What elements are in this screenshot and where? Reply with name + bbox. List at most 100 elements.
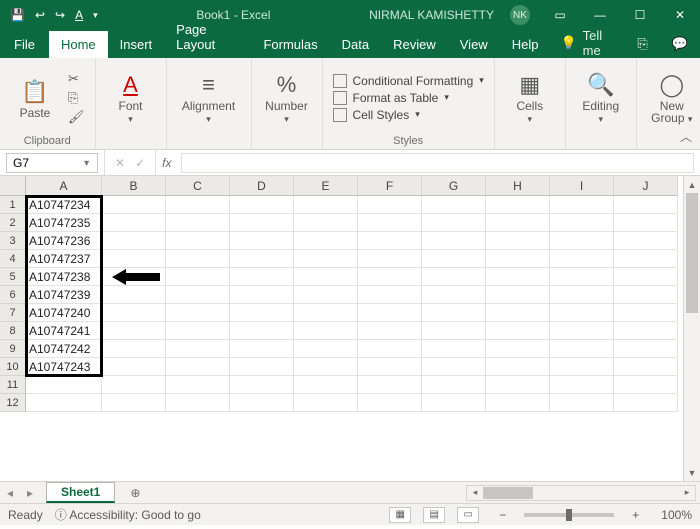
cell-G7[interactable]: [422, 304, 486, 322]
cell-C12[interactable]: [166, 394, 230, 412]
share-icon[interactable]: ⎘: [625, 30, 659, 58]
conditional-formatting-button[interactable]: Conditional Formatting ▾: [333, 74, 484, 88]
cell-I11[interactable]: [550, 376, 614, 394]
cell-C3[interactable]: [166, 232, 230, 250]
tab-help[interactable]: Help: [500, 31, 551, 58]
cell-D9[interactable]: [230, 340, 294, 358]
cell-J1[interactable]: [614, 196, 678, 214]
cell-H7[interactable]: [486, 304, 550, 322]
cell-J9[interactable]: [614, 340, 678, 358]
cell-B1[interactable]: [102, 196, 166, 214]
save-icon[interactable]: 💾: [10, 8, 25, 22]
cell-H3[interactable]: [486, 232, 550, 250]
minimize-icon[interactable]: —: [580, 0, 620, 30]
scroll-left-icon[interactable]: ◂: [467, 487, 483, 498]
cell-J2[interactable]: [614, 214, 678, 232]
cell-H2[interactable]: [486, 214, 550, 232]
zoom-out-icon[interactable]: −: [499, 508, 506, 522]
cell-G1[interactable]: [422, 196, 486, 214]
new-group-button[interactable]: ◯ NewGroup ▾: [647, 70, 697, 125]
cell-D8[interactable]: [230, 322, 294, 340]
cell-I2[interactable]: [550, 214, 614, 232]
tab-formulas[interactable]: Formulas: [251, 31, 329, 58]
cell-D2[interactable]: [230, 214, 294, 232]
cell-E2[interactable]: [294, 214, 358, 232]
sheet-tab-sheet1[interactable]: Sheet1: [46, 482, 115, 503]
tell-me[interactable]: 💡 Tell me: [550, 28, 625, 58]
cell-G12[interactable]: [422, 394, 486, 412]
cell-G6[interactable]: [422, 286, 486, 304]
col-header-J[interactable]: J: [614, 176, 678, 196]
tab-home[interactable]: Home: [49, 31, 108, 58]
cell-B7[interactable]: [102, 304, 166, 322]
cell-G8[interactable]: [422, 322, 486, 340]
tab-data[interactable]: Data: [330, 31, 381, 58]
cell-H12[interactable]: [486, 394, 550, 412]
cell-G4[interactable]: [422, 250, 486, 268]
cell-C2[interactable]: [166, 214, 230, 232]
cell-J11[interactable]: [614, 376, 678, 394]
editing-button[interactable]: 🔍 Editing▾: [576, 70, 626, 125]
cell-J8[interactable]: [614, 322, 678, 340]
cell-A8[interactable]: A10747241: [26, 322, 102, 340]
cell-G9[interactable]: [422, 340, 486, 358]
format-as-table-button[interactable]: Format as Table ▾: [333, 91, 449, 105]
cell-D10[interactable]: [230, 358, 294, 376]
view-normal-icon[interactable]: ▦: [389, 507, 411, 523]
cell-I6[interactable]: [550, 286, 614, 304]
collapse-ribbon-icon[interactable]: ︿: [680, 128, 692, 145]
cancel-formula-icon[interactable]: ✕: [115, 156, 125, 170]
cell-F1[interactable]: [358, 196, 422, 214]
cell-styles-button[interactable]: Cell Styles ▾: [333, 108, 420, 122]
row-header-6[interactable]: 6: [0, 286, 26, 304]
scroll-right-icon[interactable]: ▸: [679, 487, 695, 498]
row-header-5[interactable]: 5: [0, 268, 26, 286]
cell-B6[interactable]: [102, 286, 166, 304]
cell-I3[interactable]: [550, 232, 614, 250]
col-header-F[interactable]: F: [358, 176, 422, 196]
user-avatar[interactable]: NK: [510, 5, 530, 25]
cell-C6[interactable]: [166, 286, 230, 304]
cell-A2[interactable]: A10747235: [26, 214, 102, 232]
cell-F3[interactable]: [358, 232, 422, 250]
spreadsheet-grid[interactable]: ABCDEFGHIJ 123456789101112 A10747234A107…: [0, 176, 700, 481]
zoom-thumb[interactable]: [566, 509, 572, 521]
row-header-4[interactable]: 4: [0, 250, 26, 268]
cell-D4[interactable]: [230, 250, 294, 268]
cell-E8[interactable]: [294, 322, 358, 340]
cell-G11[interactable]: [422, 376, 486, 394]
scroll-up-icon[interactable]: ▲: [684, 176, 700, 193]
name-box[interactable]: G7 ▼: [6, 153, 98, 173]
cell-C8[interactable]: [166, 322, 230, 340]
tab-review[interactable]: Review: [381, 31, 448, 58]
copy-icon[interactable]: ⎘: [68, 90, 85, 106]
number-button[interactable]: % Number▾: [262, 70, 312, 125]
cell-B10[interactable]: [102, 358, 166, 376]
cell-D12[interactable]: [230, 394, 294, 412]
col-header-B[interactable]: B: [102, 176, 166, 196]
row-header-3[interactable]: 3: [0, 232, 26, 250]
cell-H4[interactable]: [486, 250, 550, 268]
cell-C4[interactable]: [166, 250, 230, 268]
fx-icon[interactable]: fx: [156, 156, 177, 170]
cell-B12[interactable]: [102, 394, 166, 412]
cell-F11[interactable]: [358, 376, 422, 394]
row-header-1[interactable]: 1: [0, 196, 26, 214]
cell-C9[interactable]: [166, 340, 230, 358]
row-header-10[interactable]: 10: [0, 358, 26, 376]
cell-D1[interactable]: [230, 196, 294, 214]
cell-C10[interactable]: [166, 358, 230, 376]
accessibility-status[interactable]: ⓘ Accessibility: Good to go: [55, 506, 201, 523]
zoom-slider[interactable]: [524, 513, 614, 517]
cell-A7[interactable]: A10747240: [26, 304, 102, 322]
scroll-down-icon[interactable]: ▼: [684, 464, 700, 481]
cell-J10[interactable]: [614, 358, 678, 376]
cell-F7[interactable]: [358, 304, 422, 322]
name-box-dropdown-icon[interactable]: ▼: [82, 158, 91, 168]
cell-A3[interactable]: A10747236: [26, 232, 102, 250]
qat-font-icon[interactable]: A: [75, 8, 83, 22]
vscroll-thumb[interactable]: [686, 193, 698, 313]
cell-E11[interactable]: [294, 376, 358, 394]
cell-I12[interactable]: [550, 394, 614, 412]
row-header-7[interactable]: 7: [0, 304, 26, 322]
